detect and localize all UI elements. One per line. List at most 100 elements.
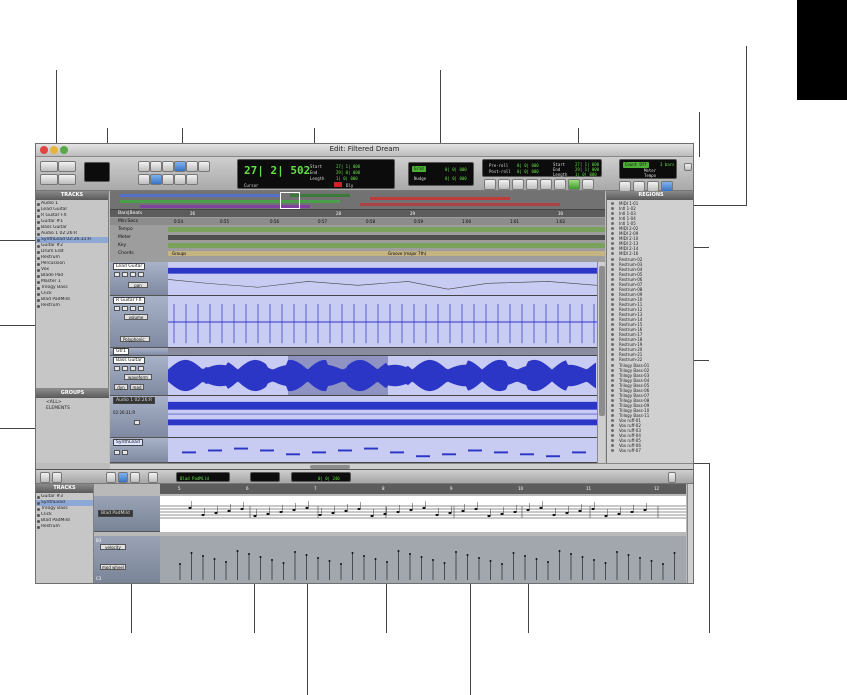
meter-value[interactable]: 3 bars <box>660 162 674 167</box>
mirrored-midi-button[interactable] <box>162 174 174 185</box>
zoom-toggle-display[interactable] <box>84 162 110 182</box>
midi-track-item[interactable]: Restrum <box>36 524 93 530</box>
track-show-icon[interactable] <box>37 221 40 224</box>
track-show-icon[interactable] <box>37 275 40 278</box>
instrument-selector[interactable]: Blad PadMild <box>176 472 230 482</box>
scroll-thumb[interactable] <box>599 266 605 416</box>
link-timeline-button[interactable] <box>174 174 186 185</box>
track-mute-button[interactable] <box>134 420 140 425</box>
rewind-button[interactable] <box>498 179 510 190</box>
track-view-selector[interactable]: pan <box>128 282 148 288</box>
universe-view-frame[interactable] <box>280 192 300 209</box>
track-header-gtr1[interactable]: Gtr1 <box>110 348 168 356</box>
tempo-ruler[interactable]: Tempo <box>110 226 605 233</box>
tab-to-transient-button[interactable] <box>150 174 162 185</box>
notation-track-header[interactable]: Blad PadMild <box>94 496 160 532</box>
meter-ruler[interactable]: Meter <box>110 234 605 241</box>
midi-editor-mode-button[interactable] <box>40 472 50 483</box>
regions-panel-header[interactable]: REGIONS <box>607 191 693 200</box>
tracks-vertical-scrollbar[interactable] <box>597 262 605 463</box>
record-enable-button[interactable] <box>114 272 120 277</box>
track-list-item[interactable]: Restrum <box>36 303 108 309</box>
track-show-icon[interactable] <box>37 496 40 499</box>
track-show-icon[interactable] <box>37 520 40 523</box>
shuffle-mode-button[interactable] <box>40 161 58 172</box>
midi-editor-menu-button[interactable] <box>668 472 676 483</box>
track-show-icon[interactable] <box>37 281 40 284</box>
track-show-icon[interactable] <box>37 514 40 517</box>
meter-strip[interactable] <box>168 235 605 240</box>
toolbar-menu-button[interactable] <box>684 163 692 171</box>
track-header-bass-guitar[interactable]: Bass Guitar waveform dyn read <box>110 356 168 396</box>
track-show-icon[interactable] <box>37 215 40 218</box>
track-view-selector[interactable]: volume <box>124 314 148 320</box>
track-name-field[interactable]: Gtr1 <box>113 348 129 355</box>
track-show-icon[interactable] <box>37 251 40 254</box>
velocity-lane[interactable] <box>160 536 686 583</box>
transport-display[interactable]: Pre-roll Post-roll 0| 0| 000 0| 0| 000 S… <box>482 159 602 177</box>
solo-button[interactable] <box>130 272 136 277</box>
track-header-r-guitar-fx[interactable]: R Guitar FX volume Polyphonic <box>110 296 168 348</box>
transport-length-value[interactable]: 1| 0| 000 <box>575 172 597 177</box>
velocity-lane-selector[interactable]: velocity <box>100 544 126 550</box>
timebase-selector[interactable]: dyn <box>114 384 128 390</box>
bars-beats-ruler[interactable]: Bars|Beats 26 28 29 30 <box>110 210 605 217</box>
grid-nudge-display[interactable]: Grid 0| 0| 000 Nudge 0| 0| 000 <box>408 162 474 186</box>
tracks-panel-header[interactable]: TRACKS <box>36 191 108 200</box>
selector-tool-button[interactable] <box>162 161 174 172</box>
velocity-lane-header[interactable]: velocity mod wheel B3 C3 <box>94 536 160 583</box>
midi-grid-value[interactable]: 0| 0| 240 <box>318 476 340 481</box>
grid-value[interactable]: 0| 0| 000 <box>445 167 467 172</box>
solo-button[interactable] <box>130 366 136 371</box>
track-view-selector[interactable]: waveform <box>124 374 152 380</box>
grid-button[interactable]: Grid <box>412 166 426 172</box>
r-guitar-fx-lane[interactable] <box>168 296 597 348</box>
chords-strip[interactable]: Groups Groove (major 7th) <box>168 251 605 256</box>
start-value[interactable]: 27| 1| 000 <box>336 164 360 169</box>
input-monitor-button[interactable] <box>122 272 128 277</box>
track-show-icon[interactable] <box>37 227 40 230</box>
chords-ruler[interactable]: Chords Groups Groove (major 7th) <box>110 250 605 257</box>
go-to-end-button[interactable] <box>540 179 552 190</box>
synthlead-lane[interactable] <box>168 438 597 463</box>
tool-option-button[interactable] <box>138 174 150 185</box>
groups-panel-header[interactable]: GROUPS <box>36 389 109 398</box>
record-button[interactable] <box>582 179 594 190</box>
main-counter[interactable]: 27| 2| 502 Start End Length 27| 1| 000 2… <box>237 159 395 189</box>
midi-controls-display[interactable]: Count Off Meter 3 bars Tempo <box>619 159 677 179</box>
region-item[interactable]: Vox ruff-07 <box>607 448 693 453</box>
track-header-audio-1[interactable]: Audio 1 02:26:R 02:26:31:R <box>110 396 168 438</box>
record-enable-button[interactable] <box>114 450 120 455</box>
notation-staff[interactable] <box>160 496 686 532</box>
return-to-zero-button[interactable] <box>526 179 538 190</box>
track-show-icon[interactable] <box>37 526 40 529</box>
mute-tool-button[interactable] <box>148 472 158 483</box>
solo-button[interactable] <box>130 306 136 311</box>
track-show-icon[interactable] <box>37 502 40 505</box>
input-monitor-button[interactable] <box>122 306 128 311</box>
group-item[interactable]: ELEMENTS <box>36 406 109 412</box>
elastic-audio-selector[interactable]: Polyphonic <box>120 336 150 342</box>
stop-button[interactable] <box>554 179 566 190</box>
midi-tracks-panel-header[interactable]: TRACKS <box>36 484 93 493</box>
spot-mode-button[interactable] <box>58 161 76 172</box>
nudge-value[interactable]: 0| 0| 000 <box>445 176 467 181</box>
track-header-lead-guitar[interactable]: Lead Guitar pan <box>110 262 168 296</box>
play-button[interactable] <box>568 179 580 190</box>
grabber-tool-button[interactable] <box>118 472 128 483</box>
key-strip[interactable] <box>168 243 605 248</box>
window-titlebar[interactable]: Edit: Filtered Dream <box>36 144 693 157</box>
record-enable-button[interactable] <box>114 366 120 371</box>
lead-guitar-lane[interactable] <box>168 262 597 296</box>
input-monitor-button[interactable] <box>122 366 128 371</box>
postroll-value[interactable]: 0| 0| 000 <box>517 169 539 174</box>
midi-display[interactable] <box>250 472 280 482</box>
track-show-icon[interactable] <box>37 299 40 302</box>
midi-editor-mode-button[interactable] <box>52 472 62 483</box>
audio-1-lane[interactable] <box>168 396 597 438</box>
pencil-tool-button[interactable] <box>130 472 140 483</box>
track-show-icon[interactable] <box>37 209 40 212</box>
midi-vertical-scrollbar[interactable] <box>687 484 693 583</box>
online-button[interactable] <box>484 179 496 190</box>
mute-button[interactable] <box>138 366 144 371</box>
